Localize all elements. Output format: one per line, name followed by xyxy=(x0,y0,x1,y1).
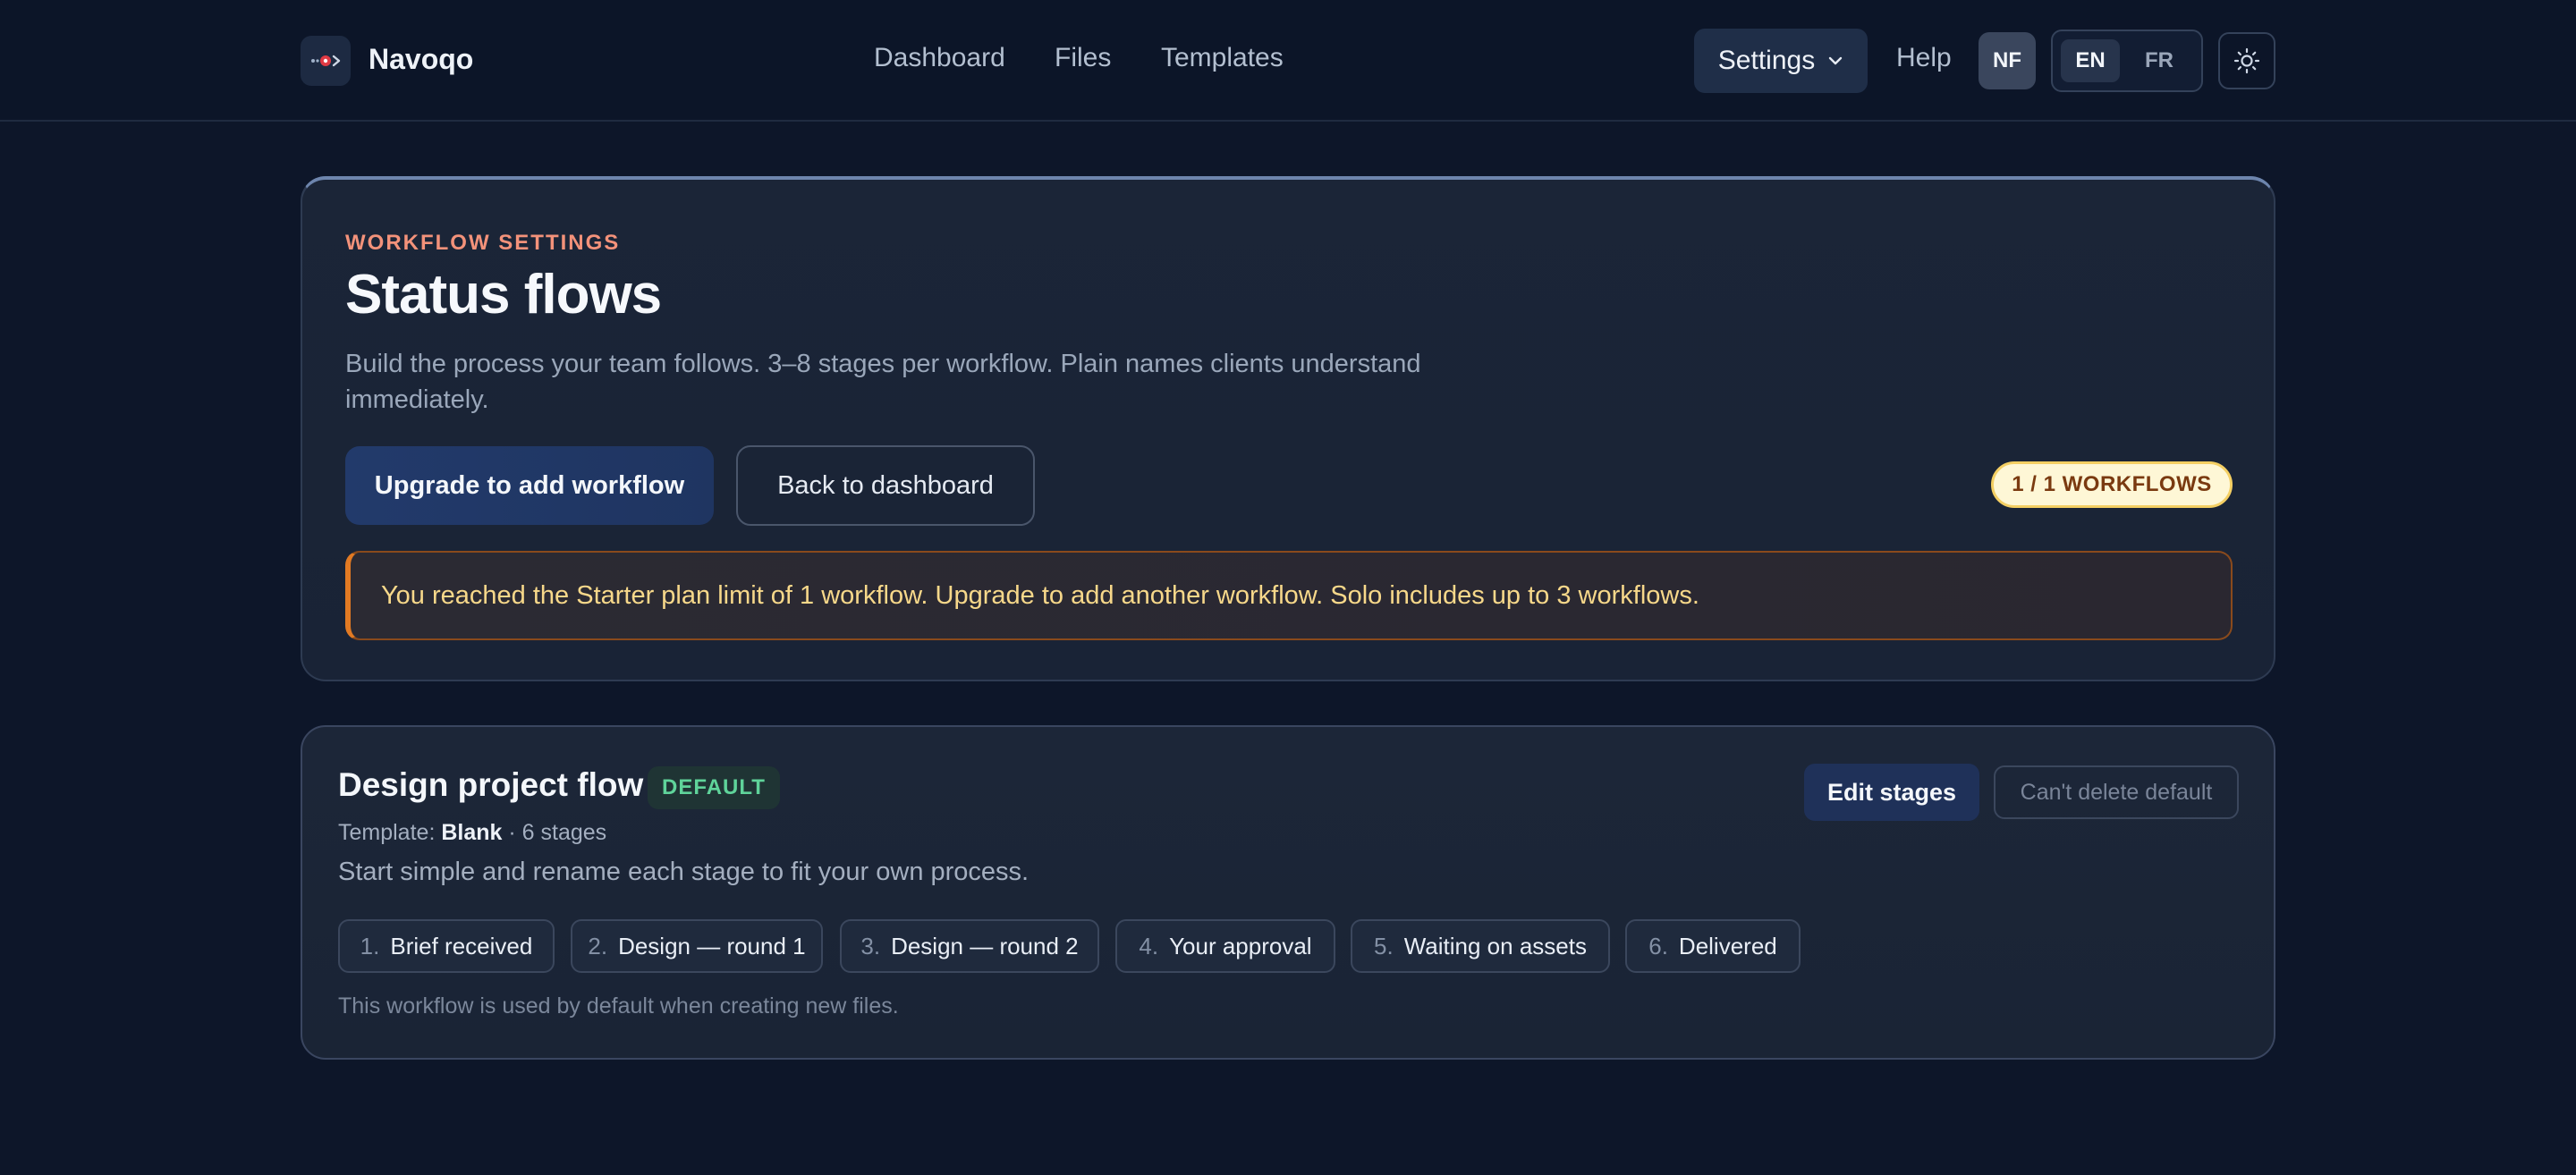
template-label: Template: xyxy=(338,820,436,845)
stage-number: 4. xyxy=(1139,932,1159,959)
stage-label: Design — round 1 xyxy=(618,932,806,959)
stage-label: Your approval xyxy=(1169,932,1312,959)
workflow-card: Design project flow DEFAULT Template: Bl… xyxy=(301,725,2275,1060)
edit-stages-button[interactable]: Edit stages xyxy=(1804,764,1979,821)
theme-toggle-button[interactable] xyxy=(2218,32,2275,89)
stage-chip: 2. Design — round 1 xyxy=(571,919,823,973)
status-flows-header-card: WORKFLOW SETTINGS Status flows Build the… xyxy=(301,176,2275,681)
user-avatar[interactable]: NF xyxy=(1979,32,2036,89)
workflow-name: Design project flow xyxy=(338,766,644,803)
stage-label: Brief received xyxy=(390,932,533,959)
stage-label: Waiting on assets xyxy=(1403,932,1587,959)
language-option-fr[interactable]: FR xyxy=(2130,39,2189,82)
workflow-count-badge: 1 / 1 WORKFLOWS xyxy=(1991,461,2233,508)
stage-number: 6. xyxy=(1648,932,1668,959)
sun-icon xyxy=(2233,47,2260,74)
language-option-en[interactable]: EN xyxy=(2061,39,2120,82)
stage-number: 5. xyxy=(1374,932,1394,959)
default-badge: DEFAULT xyxy=(648,766,780,809)
brand-name[interactable]: Navoqo xyxy=(369,43,473,76)
language-toggle: EN FR xyxy=(2051,30,2203,92)
stage-label: Delivered xyxy=(1678,932,1777,959)
navoqo-logo-icon[interactable] xyxy=(301,36,351,86)
stage-number: 3. xyxy=(860,932,881,959)
workflow-meta: Template: Blank · 6 stages xyxy=(338,820,606,846)
stage-chip: 6. Delivered xyxy=(1625,919,1801,973)
plan-limit-alert-text: You reached the Starter plan limit of 1 … xyxy=(381,580,1699,610)
nav-link-dashboard[interactable]: Dashboard xyxy=(874,43,1005,73)
nav-link-files[interactable]: Files xyxy=(1055,43,1111,73)
stage-label: Design — round 2 xyxy=(891,932,1079,959)
top-navigation-bar: Navoqo Dashboard Files Templates Setting… xyxy=(0,0,2576,122)
delete-workflow-button-disabled[interactable]: Can't delete default xyxy=(1994,765,2239,819)
stage-number: 1. xyxy=(360,932,380,959)
workflow-description: Start simple and rename each stage to fi… xyxy=(338,858,1030,886)
section-eyebrow: WORKFLOW SETTINGS xyxy=(345,231,621,255)
plan-limit-alert: You reached the Starter plan limit of 1 … xyxy=(345,551,2233,640)
back-to-dashboard-button[interactable]: Back to dashboard xyxy=(736,445,1035,526)
settings-dropdown-button[interactable]: Settings xyxy=(1694,29,1868,93)
page-subtitle: Build the process your team follows. 3–8… xyxy=(345,350,1421,414)
nav-link-help[interactable]: Help xyxy=(1896,43,1952,73)
upgrade-workflow-button[interactable]: Upgrade to add workflow xyxy=(345,446,714,525)
logo-mark xyxy=(311,55,341,67)
stage-chip: 4. Your approval xyxy=(1115,919,1335,973)
page-title: Status flows xyxy=(345,264,662,325)
stage-chip: 3. Design — round 2 xyxy=(840,919,1099,973)
chevron-down-icon xyxy=(1829,56,1843,65)
stage-chip: 5. Waiting on assets xyxy=(1351,919,1610,973)
stage-chip: 1. Brief received xyxy=(338,919,555,973)
settings-label: Settings xyxy=(1717,46,1816,75)
stage-count: · 6 stages xyxy=(508,820,607,845)
workflow-footnote: This workflow is used by default when cr… xyxy=(338,993,899,1019)
nav-link-templates[interactable]: Templates xyxy=(1161,43,1284,73)
template-name: Blank xyxy=(441,820,503,845)
stage-number: 2. xyxy=(588,932,608,959)
